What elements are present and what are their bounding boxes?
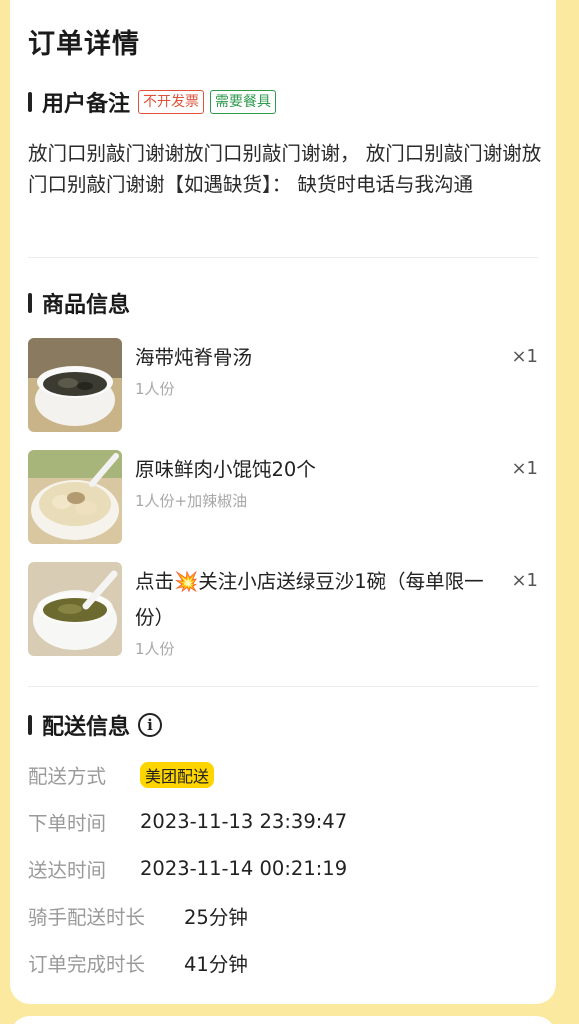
rider-duration-label: 骑手配送时长 <box>28 906 146 929</box>
goods-item-qty: ×1 <box>511 346 538 367</box>
goods-section-header: 商品信息 <box>28 287 130 319</box>
divider <box>28 686 538 687</box>
arrive-time-value: 2023-11-14 00:21:19 <box>140 857 348 880</box>
delivery-method-label: 配送方式 <box>28 765 107 788</box>
order-duration-row: 订单完成时长 41分钟 <box>28 948 248 977</box>
page-title: 订单详情 <box>28 29 140 60</box>
goods-item-name: 点击💥关注小店送绿豆沙1碗（每单限一份） <box>135 570 484 629</box>
section-marker <box>28 293 32 313</box>
remark-text: 放门口别敲门谢谢放门口别敲门谢谢， 放门口别敲门谢谢放门口别敲门谢谢【如遇缺货】… <box>28 142 542 196</box>
goods-item-spec: 1人份+加辣椒油 <box>135 492 248 510</box>
delivery-heading: 配送信息 <box>42 715 131 740</box>
order-duration-label: 订单完成时长 <box>28 953 146 976</box>
soup-bowl-image <box>28 338 122 432</box>
goods-item-spec: 1人份 <box>135 640 175 658</box>
rider-duration-value: 25分钟 <box>184 906 248 929</box>
arrive-time-row: 送达时间 2023-11-14 00:21:19 <box>28 854 347 883</box>
delivery-method-badge: 美团配送 <box>140 761 215 788</box>
next-card <box>10 1016 556 1024</box>
arrive-time-label: 送达时间 <box>28 859 107 882</box>
goods-item-spec: 1人份 <box>135 380 175 398</box>
goods-item-name: 海带炖脊骨汤 <box>135 346 253 369</box>
wonton-bowl-image <box>28 450 122 544</box>
goods-item[interactable]: 原味鲜肉小馄饨20个 1人份+加辣椒油 ×1 <box>28 450 538 546</box>
goods-item[interactable]: 点击💥关注小店送绿豆沙1碗（每单限一份） 1人份 ×1 <box>28 562 538 658</box>
rider-duration-row: 骑手配送时长 25分钟 <box>28 901 248 930</box>
need-cutlery-tag: 需要餐具 <box>210 90 277 114</box>
goods-heading: 商品信息 <box>42 293 131 318</box>
delivery-method-row: 配送方式 美团配送 <box>28 760 215 789</box>
divider <box>28 257 538 258</box>
remark-heading: 用户备注 <box>42 92 131 117</box>
remark-section-header: 用户备注 不开发票 需要餐具 <box>28 86 277 118</box>
goods-item-name: 原味鲜肉小馄饨20个 <box>135 458 316 481</box>
section-marker <box>28 92 32 112</box>
delivery-section-header: 配送信息 i <box>28 709 163 741</box>
mung-bean-soup-image <box>28 562 122 656</box>
info-circle-icon[interactable]: i <box>138 713 163 737</box>
order-time-value: 2023-11-13 23:39:47 <box>140 810 348 833</box>
order-duration-value: 41分钟 <box>184 953 248 976</box>
goods-item-qty: ×1 <box>511 458 538 479</box>
goods-item-qty: ×1 <box>511 570 538 591</box>
order-time-label: 下单时间 <box>28 812 107 835</box>
goods-item[interactable]: 海带炖脊骨汤 1人份 ×1 <box>28 338 538 434</box>
section-marker <box>28 715 32 735</box>
order-time-row: 下单时间 2023-11-13 23:39:47 <box>28 807 347 836</box>
no-invoice-tag: 不开发票 <box>138 90 205 114</box>
